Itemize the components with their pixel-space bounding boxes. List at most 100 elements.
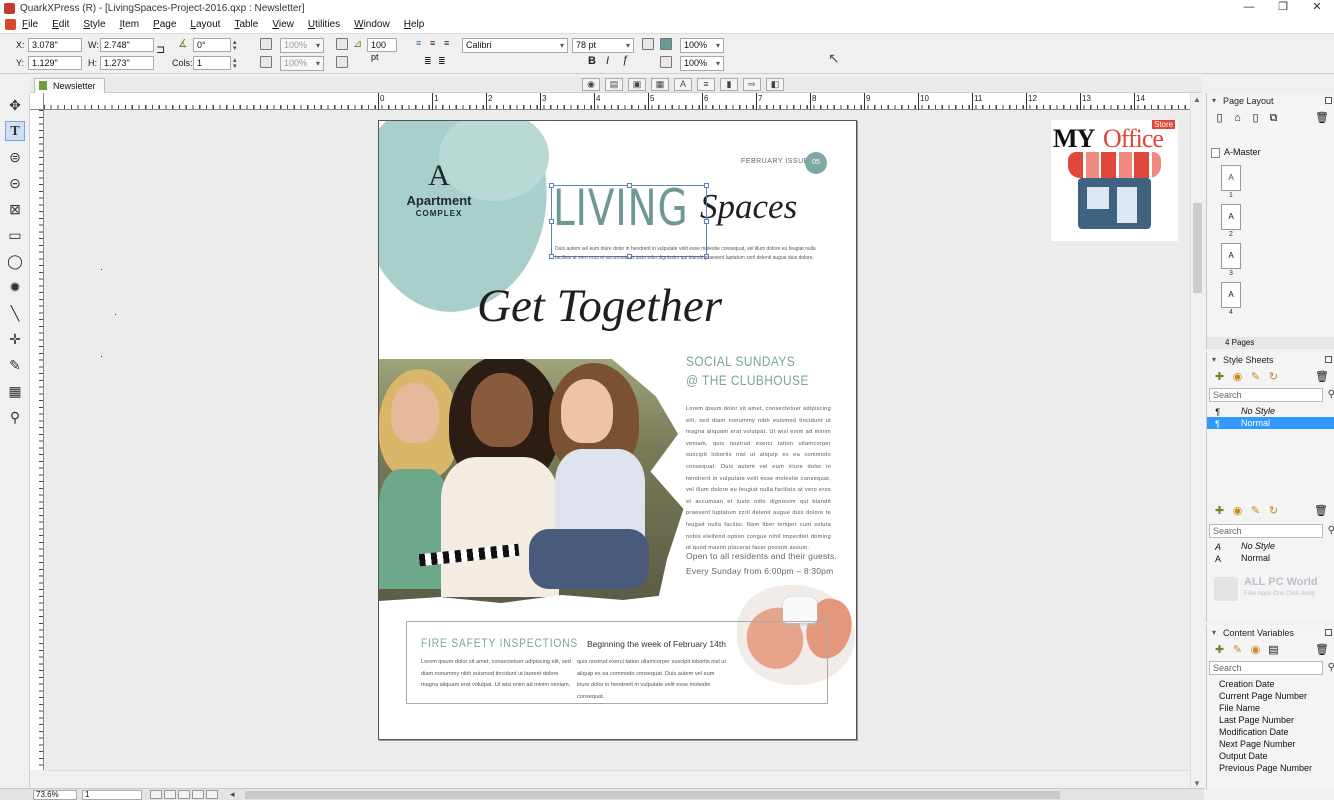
content-variables-header[interactable]: Content Variables: [1207, 625, 1334, 641]
justify-icon[interactable]: ≣: [424, 56, 432, 67]
edit-character-style-icon[interactable]: ✎: [1249, 505, 1262, 518]
variable-item[interactable]: Creation Date: [1207, 678, 1334, 690]
duplicate-character-style-icon[interactable]: ◉: [1231, 505, 1244, 518]
scrollbar-thumb[interactable]: [1193, 203, 1202, 293]
delete-variable-icon[interactable]: 🗑: [1315, 644, 1329, 657]
friends-photo[interactable]: [379, 359, 684, 609]
new-character-style-icon[interactable]: ✚: [1213, 505, 1226, 518]
frame-opacity-dropdown[interactable]: 100%: [280, 56, 324, 71]
menu-edit[interactable]: Edit: [52, 19, 69, 30]
align-left-icon[interactable]: ≡: [416, 38, 421, 48]
shade-dropdown[interactable]: 100%: [680, 56, 724, 71]
masthead-spaces[interactable]: Spaces: [700, 187, 797, 227]
zoom-field[interactable]: 73.6%: [33, 790, 77, 800]
scroll-down-icon[interactable]: ▼: [1193, 779, 1201, 788]
menu-item[interactable]: Item: [120, 19, 139, 30]
resize-handle[interactable]: [704, 183, 709, 188]
page-thumbnail-3[interactable]: A: [1221, 243, 1241, 269]
edit-variable-icon[interactable]: ✎: [1231, 644, 1244, 657]
character-style-search-input[interactable]: Search ⚲: [1209, 524, 1334, 538]
panel-menu-icon[interactable]: [1325, 356, 1332, 363]
close-button[interactable]: ✕: [1300, 0, 1334, 16]
delete-page-icon[interactable]: 🗑: [1315, 112, 1329, 125]
layers-icon[interactable]: ▮: [720, 78, 738, 91]
italic-button[interactable]: I: [606, 55, 609, 67]
unlinking-tool-icon[interactable]: ⊝: [5, 173, 25, 193]
content-tool-icon[interactable]: T: [5, 121, 25, 141]
text-inset-icon[interactable]: [336, 38, 348, 50]
fire-safety-box[interactable]: FIRE SAFETY INSPECTIONS Beginning the we…: [406, 621, 828, 704]
align-right-icon[interactable]: ≡: [444, 38, 449, 48]
menu-help[interactable]: Help: [404, 19, 425, 30]
page-number-field[interactable]: 1: [82, 790, 142, 800]
table-tool-icon[interactable]: ▦: [5, 381, 25, 401]
body-text[interactable]: Lorem ipsum dolor sit amet, consectetuer…: [686, 404, 831, 555]
vertical-ruler[interactable]: [30, 110, 44, 770]
page-thumbnail-4[interactable]: A: [1221, 282, 1241, 308]
zoom-tool-icon[interactable]: ⚲: [5, 407, 25, 427]
minimize-button[interactable]: —: [1232, 0, 1266, 16]
resize-handle[interactable]: [549, 219, 554, 224]
fill-color-swatch[interactable]: [660, 38, 672, 50]
menu-layout[interactable]: Layout: [190, 19, 220, 30]
panel-menu-icon[interactable]: [1325, 97, 1332, 104]
character-style-normal[interactable]: A Normal: [1207, 552, 1333, 564]
shade-icon[interactable]: [660, 56, 672, 68]
page-thumbnail-1[interactable]: A: [1221, 165, 1241, 191]
angle-field[interactable]: 0°: [193, 38, 231, 52]
update-style-icon[interactable]: ↻: [1267, 371, 1280, 384]
duplicate-variable-icon[interactable]: ◉: [1249, 644, 1262, 657]
resize-handle[interactable]: [627, 183, 632, 188]
content-variables-search-input[interactable]: Search ⚲: [1209, 661, 1334, 675]
variable-item[interactable]: Previous Page Number: [1207, 762, 1334, 774]
columns-field[interactable]: 1: [193, 56, 231, 70]
resize-handle[interactable]: [549, 183, 554, 188]
delete-character-style-icon[interactable]: 🗑: [1314, 505, 1328, 518]
page-layout-header[interactable]: Page Layout: [1207, 93, 1334, 109]
scroll-up-icon[interactable]: ▲: [1193, 95, 1201, 104]
text-icon[interactable]: A: [674, 78, 692, 91]
baseline-grid-icon[interactable]: ≡: [697, 78, 715, 91]
document-icon[interactable]: [5, 19, 16, 30]
grid-icon[interactable]: ▦: [651, 78, 669, 91]
box-opacity-dropdown[interactable]: 100%: [280, 38, 324, 53]
horizontal-scrollbar[interactable]: [44, 770, 1190, 784]
duplicate-style-icon[interactable]: ◉: [1231, 371, 1244, 384]
menu-page[interactable]: Page: [153, 19, 176, 30]
box-opacity-icon[interactable]: [260, 38, 272, 50]
view-button[interactable]: [164, 790, 176, 799]
menu-table[interactable]: Table: [234, 19, 258, 30]
update-character-style-icon[interactable]: ↻: [1267, 505, 1280, 518]
master-item[interactable]: A-Master: [1211, 147, 1261, 158]
view-button[interactable]: [206, 790, 218, 799]
text-color-icon[interactable]: [642, 38, 654, 50]
frame-opacity-icon[interactable]: [260, 56, 272, 68]
variable-item[interactable]: File Name: [1207, 702, 1334, 714]
character-style-no-style[interactable]: A No Style: [1207, 540, 1333, 552]
menu-style[interactable]: Style: [83, 19, 105, 30]
y-position-field[interactable]: 1.129": [28, 56, 82, 70]
oval-box-tool-icon[interactable]: ◯: [5, 251, 25, 271]
delete-style-icon[interactable]: 🗑: [1315, 371, 1329, 384]
variable-item[interactable]: Current Page Number: [1207, 690, 1334, 702]
linking-tool-icon[interactable]: ⊜: [5, 147, 25, 167]
columns-stepper[interactable]: ▴ ▾: [233, 57, 240, 70]
font-size-dropdown[interactable]: 78 pt: [572, 38, 634, 53]
bold-button[interactable]: B: [588, 55, 596, 67]
duplicate-page-icon[interactable]: ⧉: [1267, 112, 1280, 125]
scale-field[interactable]: 100 pt: [367, 38, 397, 62]
height-field[interactable]: 1.273": [100, 56, 154, 70]
line-tool-icon[interactable]: ╲: [5, 303, 25, 323]
width-field[interactable]: 2.748": [100, 38, 154, 52]
maximize-button[interactable]: ❐: [1266, 0, 1300, 16]
text-style-icon[interactable]: ƒ: [622, 54, 628, 66]
tab-newsletter[interactable]: Newsletter: [34, 78, 105, 93]
vertical-scrollbar[interactable]: ▲ ▼: [1190, 93, 1204, 790]
guides-icon[interactable]: ▤: [605, 78, 623, 91]
page-thumbnail-2[interactable]: A: [1221, 204, 1241, 230]
view-mode-icon[interactable]: ◉: [582, 78, 600, 91]
style-item-no-style[interactable]: ¶ No Style: [1207, 405, 1334, 417]
variable-item[interactable]: Modification Date: [1207, 726, 1334, 738]
starburst-tool-icon[interactable]: ✹: [5, 277, 25, 297]
ruler-origin[interactable]: [30, 93, 44, 110]
